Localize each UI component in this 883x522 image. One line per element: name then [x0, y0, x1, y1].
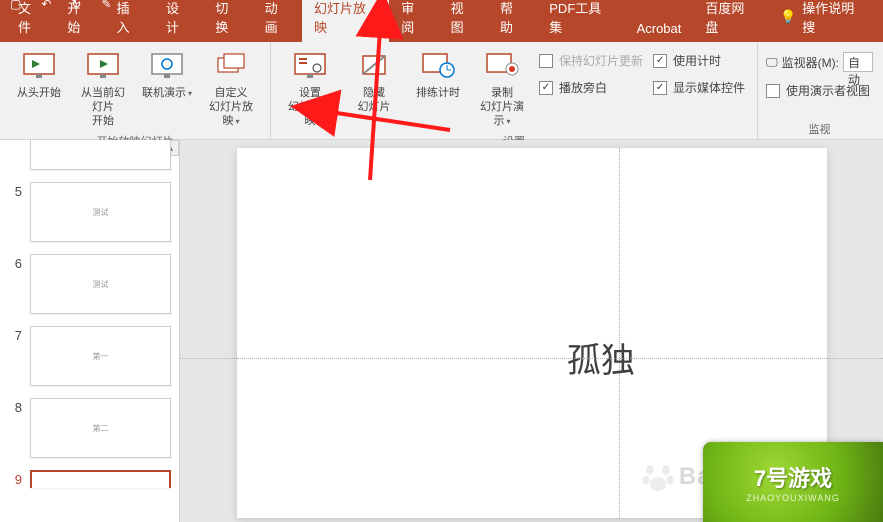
ribbon-group-setup: 设置 幻灯片放映 隐藏 幻灯片 排练计时 录制 幻灯片演示: [271, 42, 758, 139]
thumbnail-8[interactable]: 8 第二: [0, 392, 179, 464]
thumbnail-7[interactable]: 7 第一: [0, 320, 179, 392]
setup-slideshow-button[interactable]: 设置 幻灯片放映: [279, 46, 341, 131]
custom-show-icon: [213, 48, 249, 84]
tab-review[interactable]: 审阅: [389, 0, 438, 42]
checkbox-icon: [539, 81, 553, 95]
setup-icon: [292, 48, 328, 84]
ribbon: 从头开始 从当前幻灯片 开始 联机演示 自定义 幻灯片放映 开: [0, 42, 883, 140]
tab-home[interactable]: 开始: [55, 0, 104, 42]
tab-view[interactable]: 视图: [439, 0, 488, 42]
record-button[interactable]: 录制 幻灯片演示: [471, 46, 533, 131]
group-monitor-label: 监视: [766, 119, 873, 139]
from-beginning-button[interactable]: 从头开始: [8, 46, 70, 131]
online-present-button[interactable]: 联机演示: [136, 46, 198, 131]
tab-help[interactable]: 帮助: [488, 0, 537, 42]
monitor-icon: 🖵: [766, 55, 778, 70]
checkbox-icon: [539, 54, 553, 68]
guide-horizontal: [180, 358, 883, 359]
thumbnail-4-partial[interactable]: [0, 140, 179, 176]
thumbnail-panel[interactable]: ▴ 5 测试 6 测试 7 第一 8 第二 9: [0, 140, 180, 522]
use-timings-checkbox[interactable]: 使用计时: [653, 52, 745, 69]
tab-baidu[interactable]: 百度网盘: [693, 0, 768, 42]
play-narration-checkbox[interactable]: 播放旁白: [539, 79, 643, 96]
thumbnail-9[interactable]: 9: [0, 464, 179, 494]
rehearse-icon: [420, 48, 456, 84]
tab-animation[interactable]: 动画: [253, 0, 302, 42]
tab-pdftools[interactable]: PDF工具集: [537, 0, 624, 42]
rehearse-button[interactable]: 排练计时: [407, 46, 469, 131]
tab-design[interactable]: 设计: [154, 0, 203, 42]
custom-show-button[interactable]: 自定义 幻灯片放映: [200, 46, 262, 131]
checkbox-icon: [653, 54, 667, 68]
online-present-icon: [149, 48, 185, 84]
ribbon-group-monitor: 🖵 监视器(M): 自动 使用演示者视图 监视: [758, 42, 881, 139]
game-site-logo: 7号游戏 ZHAOYOUXIWANG: [703, 442, 883, 522]
hide-slide-button[interactable]: 隐藏 幻灯片: [343, 46, 405, 131]
record-icon: [484, 48, 520, 84]
from-current-button[interactable]: 从当前幻灯片 开始: [72, 46, 134, 131]
monitor-label: 监视器(M):: [782, 54, 839, 71]
tab-slideshow[interactable]: 幻灯片放映: [302, 0, 389, 42]
monitor-select[interactable]: 自动: [843, 52, 873, 72]
show-media-checkbox[interactable]: 显示媒体控件: [653, 79, 745, 96]
ribbon-group-start: 从头开始 从当前幻灯片 开始 联机演示 自定义 幻灯片放映 开: [0, 42, 271, 139]
tab-insert[interactable]: 插入: [105, 0, 154, 42]
presenter-view-checkbox[interactable]: 使用演示者视图: [766, 82, 873, 99]
keep-updated-checkbox: 保持幻灯片更新: [539, 52, 643, 69]
lightbulb-icon: 💡: [780, 9, 796, 25]
tab-transition[interactable]: 切换: [203, 0, 252, 42]
baidu-paw-icon: [641, 460, 675, 494]
thumbnail-5[interactable]: 5 测试: [0, 176, 179, 248]
tab-file[interactable]: 文件: [6, 0, 55, 42]
hide-slide-icon: [356, 48, 392, 84]
thumbnail-6[interactable]: 6 测试: [0, 248, 179, 320]
play-from-current-icon: [85, 48, 121, 84]
checkbox-icon: [766, 84, 780, 98]
checkbox-icon: [653, 81, 667, 95]
tab-bar: 文件 开始 插入 设计 切换 动画 幻灯片放映 审阅 视图 帮助 PDF工具集 …: [0, 8, 883, 42]
tab-acrobat[interactable]: Acrobat: [625, 15, 694, 42]
tab-instructions[interactable]: 💡 操作说明搜: [768, 0, 877, 42]
play-from-start-icon: [21, 48, 57, 84]
